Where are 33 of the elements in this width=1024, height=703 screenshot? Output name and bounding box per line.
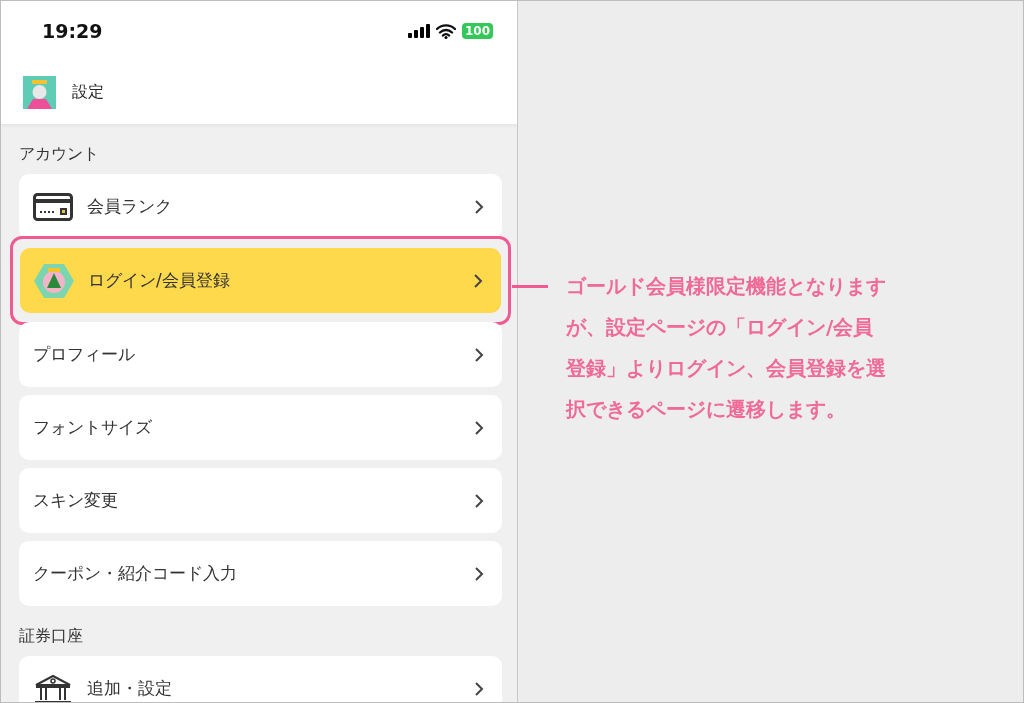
- settings-item[interactable]: 追加・設定: [19, 656, 502, 702]
- chevron-icon: [474, 565, 484, 582]
- settings-item[interactable]: フォントサイズ: [19, 395, 502, 460]
- item-label: フォントサイズ: [33, 416, 153, 439]
- item-label: プロフィール: [33, 343, 136, 366]
- battery-level: 100: [461, 23, 493, 39]
- clock-time: 19:29: [42, 20, 103, 42]
- wifi-icon: [435, 23, 456, 39]
- page-title: 設定: [72, 82, 104, 103]
- settings-item[interactable]: クーポン・紹介コード入力: [19, 541, 502, 606]
- annotation-text: ゴールド会員様限定機能となります が、設定ページの「ログイン/会員 登録」よりログイン、会員登録を選 択できるページに遷移します。: [566, 273, 886, 423]
- chevron-icon: [474, 680, 484, 697]
- section-heading: 証券口座: [18, 625, 84, 647]
- chevron-icon: [473, 272, 483, 289]
- chevron-icon: [474, 198, 484, 215]
- signal-icon: [407, 24, 430, 38]
- chevron-icon: [474, 419, 484, 436]
- mascot-avatar-icon: [23, 76, 56, 109]
- settings-item[interactable]: プロフィール: [19, 322, 502, 387]
- item-label: ログイン/会員登録: [88, 269, 231, 292]
- mascot-badge-icon: [34, 262, 74, 299]
- chevron-icon: [474, 492, 484, 509]
- item-label: スキン変更: [33, 489, 119, 512]
- chevron-icon: [474, 346, 484, 363]
- bank-building-icon: [33, 673, 73, 702]
- item-label: 追加・設定: [87, 677, 173, 700]
- section-heading: アカウント: [18, 143, 100, 165]
- settings-item[interactable]: スキン変更: [19, 468, 502, 533]
- settings-item[interactable]: ログイン/会員登録: [20, 248, 501, 313]
- credit-card-icon: [33, 192, 73, 221]
- settings-item[interactable]: 会員ランク: [19, 174, 502, 239]
- item-label: 会員ランク: [87, 195, 173, 218]
- item-label: クーポン・紹介コード入力: [33, 562, 238, 585]
